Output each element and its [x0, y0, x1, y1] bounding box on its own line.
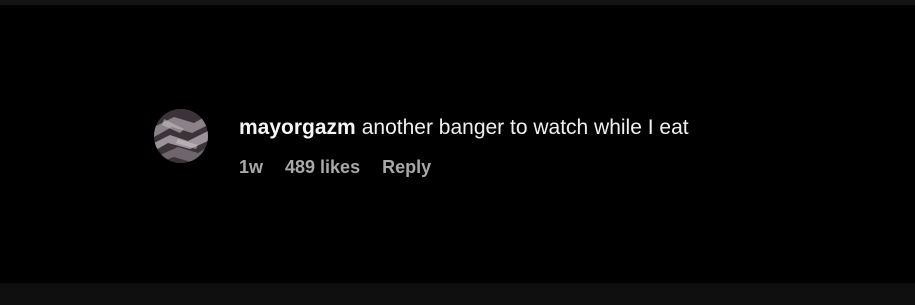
comment-likes[interactable]: 489 likes [285, 157, 360, 178]
comment-username[interactable]: mayorgazm [239, 116, 356, 139]
top-divider [0, 0, 915, 5]
reply-button[interactable]: Reply [382, 157, 431, 178]
comment-body: mayorgazm another banger to watch while I… [239, 109, 689, 178]
user-avatar-icon [154, 109, 208, 163]
comment-item: mayorgazm another banger to watch while I… [154, 109, 689, 178]
comment-panel: mayorgazm another banger to watch while I… [0, 0, 915, 305]
bottom-bar [0, 283, 915, 305]
comment-time: 1w [239, 157, 264, 177]
comment-text: another banger to watch while I eat [361, 116, 689, 139]
avatar[interactable] [154, 109, 208, 163]
comment-meta: 1w 489 likes Reply [239, 157, 689, 178]
comment-line: mayorgazm another banger to watch while I… [239, 114, 689, 142]
